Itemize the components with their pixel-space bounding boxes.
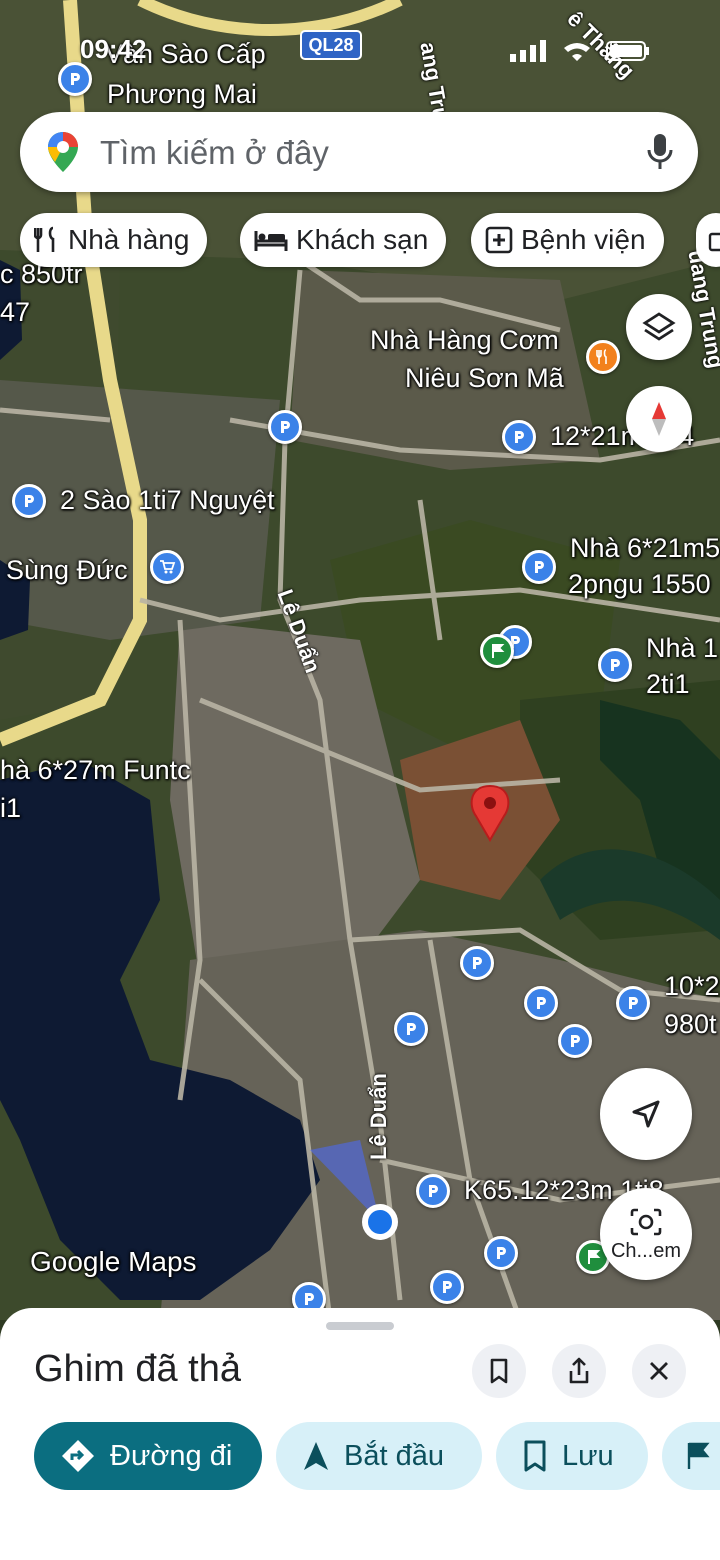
microphone-icon[interactable] — [646, 132, 674, 172]
navigation-icon — [304, 1442, 328, 1470]
map-label: Nhà Hàng Cơm — [370, 325, 559, 355]
lens-button[interactable]: Ch...em — [600, 1188, 692, 1280]
lens-label: Ch...em — [610, 1239, 682, 1262]
parking-pin-icon[interactable] — [460, 946, 494, 980]
search-input[interactable]: Tìm kiếm ở đây — [100, 134, 329, 172]
my-location-button[interactable] — [600, 1068, 692, 1160]
search-bar[interactable]: Tìm kiếm ở đây — [20, 112, 698, 192]
restaurant-pin-icon[interactable] — [586, 340, 620, 374]
bookmark-icon — [490, 1358, 508, 1384]
fork-knife-icon — [34, 226, 55, 252]
parking-pin-icon[interactable] — [524, 986, 558, 1020]
map-label: Phương Mai — [107, 79, 257, 109]
google-maps-pin-icon — [48, 132, 78, 172]
parking-pin-icon[interactable] — [502, 420, 536, 454]
map-label: 2pngu 1550 — [568, 569, 711, 599]
status-bar: 09:42 — [0, 28, 720, 72]
map-label: Nhà 1 — [646, 633, 719, 663]
parking-pin-icon[interactable] — [522, 550, 556, 584]
road-label: Lê Duẩn — [366, 1073, 391, 1160]
directions-label: Đường đi — [110, 1439, 233, 1472]
layers-icon — [642, 312, 676, 341]
map-label: hà 6*27m Funtc — [0, 755, 191, 785]
chip-more[interactable] — [696, 213, 720, 267]
share-icon — [569, 1357, 589, 1384]
sheet-title: Ghim đã thả — [34, 1348, 241, 1390]
parking-pin-icon[interactable] — [484, 1236, 518, 1270]
directions-icon — [62, 1440, 94, 1472]
chip-label: Bệnh viện — [521, 224, 646, 255]
briefcase-icon — [708, 232, 720, 252]
bottom-sheet[interactable]: Ghim đã thả Đường đi Bắt đầu Lưu — [0, 1308, 720, 1560]
map-label: Sùng Đức — [6, 555, 128, 585]
map-label: i1 — [0, 793, 22, 823]
map-label: 47 — [0, 297, 31, 327]
signal-icon — [510, 40, 546, 62]
map-label: 980t — [664, 1009, 717, 1039]
save-label: Lưu — [562, 1439, 614, 1472]
bookmark-icon — [524, 1440, 546, 1472]
parking-pin-icon[interactable] — [416, 1174, 450, 1208]
parking-pin-icon[interactable] — [430, 1270, 464, 1304]
chip-label: Nhà hàng — [68, 224, 190, 255]
chip-hotels[interactable]: Khách sạn — [240, 213, 447, 267]
chip-label: Khách sạn — [296, 224, 429, 255]
close-button[interactable] — [632, 1344, 686, 1398]
shopping-cart-pin-icon[interactable] — [150, 550, 184, 584]
camera-lens-icon — [630, 1208, 662, 1235]
close-icon — [650, 1362, 668, 1380]
share-button[interactable] — [552, 1344, 606, 1398]
bed-icon — [254, 231, 288, 251]
start-button[interactable]: Bắt đầu — [276, 1422, 482, 1490]
parking-pin-icon[interactable] — [616, 986, 650, 1020]
chip-hospitals[interactable]: Bệnh viện — [471, 213, 664, 267]
green-flag-pin-icon[interactable] — [480, 634, 514, 668]
parking-pin-icon[interactable] — [12, 484, 46, 518]
compass-button[interactable] — [626, 386, 692, 452]
parking-pin-icon[interactable] — [558, 1024, 592, 1058]
map-label: 10*2 — [664, 971, 720, 1001]
parking-pin-icon[interactable] — [598, 648, 632, 682]
map-label: 2ti1 — [646, 669, 690, 699]
status-time: 09:42 — [80, 34, 147, 64]
compass-icon — [652, 402, 666, 436]
map-label: Niêu Sơn Mã — [405, 363, 564, 393]
medical-cross-icon — [485, 226, 513, 254]
battery-icon — [606, 41, 649, 61]
navigation-arrow-icon — [632, 1100, 660, 1128]
layers-button[interactable] — [626, 294, 692, 360]
flag-icon — [687, 1442, 710, 1469]
wifi-icon — [564, 43, 590, 61]
directions-button[interactable]: Đường đi — [34, 1422, 262, 1490]
parking-pin-icon[interactable] — [394, 1012, 428, 1046]
start-label: Bắt đầu — [344, 1439, 444, 1472]
map-label: Nhà 6*21m5 — [570, 533, 720, 563]
chip-restaurants[interactable]: Nhà hàng — [20, 213, 208, 267]
drag-handle[interactable] — [326, 1322, 394, 1330]
map-label: 2 Sào 1ti7 Nguyệt — [60, 485, 275, 515]
parking-pin-icon[interactable] — [268, 410, 302, 444]
save-button[interactable]: Lưu — [496, 1422, 648, 1490]
google-maps-logo: Google Maps — [30, 1246, 197, 1277]
save-icon-button[interactable] — [472, 1344, 526, 1398]
more-actions-button[interactable] — [662, 1422, 720, 1490]
